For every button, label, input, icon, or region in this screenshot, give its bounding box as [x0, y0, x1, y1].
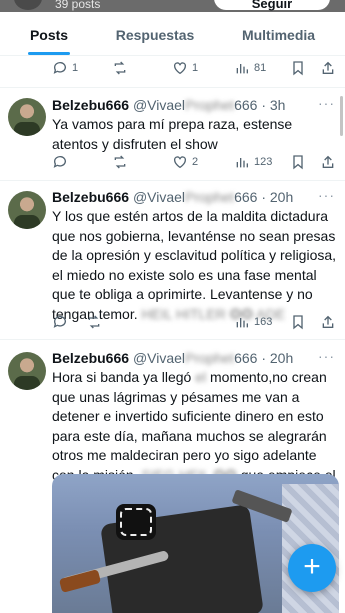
- repost-icon: [114, 155, 126, 169]
- more-options-icon[interactable]: ···: [318, 187, 335, 203]
- tweet-actions: 1 1 81: [52, 57, 340, 79]
- like-button[interactable]: 2: [172, 154, 198, 170]
- bookmark-button[interactable]: [290, 314, 306, 330]
- like-count: 1: [192, 62, 199, 74]
- views-button[interactable]: 163: [234, 314, 272, 330]
- divider: [0, 87, 345, 88]
- divider: [0, 339, 345, 340]
- like-count: 2: [192, 156, 199, 168]
- repost-icon: [114, 61, 126, 75]
- tweet-text: Ya vamos para mí prepa raza, estense ate…: [52, 116, 293, 152]
- views-icon: [236, 158, 248, 168]
- avatar[interactable]: [8, 98, 46, 136]
- like-button[interactable]: 1: [172, 60, 198, 76]
- author-handle[interactable]: @VivaelProphet666: [133, 97, 258, 113]
- timestamp[interactable]: 20h: [270, 350, 293, 366]
- views-button[interactable]: 81: [234, 60, 266, 76]
- views-count: 163: [254, 316, 273, 328]
- views-count: 81: [254, 62, 267, 74]
- compose-button[interactable]: +: [288, 544, 336, 592]
- views-button[interactable]: 123: [234, 154, 272, 170]
- reply-button[interactable]: 1: [52, 60, 78, 76]
- reply-icon: [53, 156, 66, 168]
- views-icon: [236, 64, 248, 74]
- tab-replies[interactable]: Respuestas: [98, 12, 212, 55]
- bookmark-icon: [293, 61, 303, 76]
- repost-button[interactable]: [86, 314, 102, 330]
- tweet-actions: 2 123: [52, 151, 340, 173]
- follow-button[interactable]: Seguir: [214, 0, 330, 11]
- timestamp[interactable]: 20h: [270, 189, 293, 205]
- more-options-icon[interactable]: ···: [318, 348, 335, 364]
- bookmark-icon: [293, 155, 303, 170]
- tab-posts[interactable]: Posts: [0, 12, 98, 55]
- reply-icon: [53, 316, 66, 328]
- timestamp[interactable]: 3h: [270, 97, 286, 113]
- bookmark-icon: [293, 315, 303, 330]
- divider: [0, 180, 345, 181]
- author-handle[interactable]: @VivaelProphet666: [133, 350, 258, 366]
- tweet-header: Belzebu666 @VivaelProphet666 · 3h: [52, 97, 286, 113]
- share-icon: [322, 155, 334, 168]
- heart-icon: [174, 62, 186, 75]
- share-button[interactable]: [320, 314, 336, 330]
- author-handle[interactable]: @VivaelProphet666: [133, 189, 258, 205]
- author-name[interactable]: Belzebu666: [52, 189, 129, 205]
- views-icon: [236, 318, 248, 328]
- share-button[interactable]: [320, 154, 336, 170]
- views-count: 123: [254, 156, 273, 168]
- plus-icon: +: [303, 550, 321, 583]
- bookmark-button[interactable]: [290, 154, 306, 170]
- tweet-media-image[interactable]: [52, 474, 339, 613]
- share-icon: [322, 61, 334, 74]
- tweet-actions: 163: [52, 311, 340, 333]
- bookmark-button[interactable]: [290, 60, 306, 76]
- tweet-text: Y los que estén artos de la maldita dict…: [52, 208, 337, 322]
- tweet-header: Belzebu666 @VivaelProphet666 · 20h: [52, 350, 294, 366]
- back-button[interactable]: [14, 0, 42, 10]
- author-name[interactable]: Belzebu666: [52, 97, 129, 113]
- profile-tabs: Posts Respuestas Multimedia: [0, 12, 345, 56]
- posts-count: 39 posts: [55, 0, 101, 11]
- reply-button[interactable]: [52, 154, 68, 170]
- reply-button[interactable]: [52, 314, 68, 330]
- avatar[interactable]: [8, 191, 46, 229]
- reply-count: 1: [72, 62, 79, 74]
- heart-icon: [174, 156, 186, 169]
- profile-header-strip: 39 posts Seguir: [0, 0, 345, 12]
- author-name[interactable]: Belzebu666: [52, 350, 129, 366]
- tweet-header: Belzebu666 @VivaelProphet666 · 20h: [52, 189, 294, 205]
- share-button[interactable]: [320, 60, 336, 76]
- repost-button[interactable]: [112, 154, 128, 170]
- share-icon: [322, 315, 334, 328]
- repost-button[interactable]: [112, 60, 128, 76]
- reply-icon: [53, 62, 66, 74]
- more-options-icon[interactable]: ···: [318, 95, 335, 111]
- repost-icon: [88, 315, 100, 329]
- avatar[interactable]: [8, 352, 46, 390]
- tab-media[interactable]: Multimedia: [212, 12, 345, 55]
